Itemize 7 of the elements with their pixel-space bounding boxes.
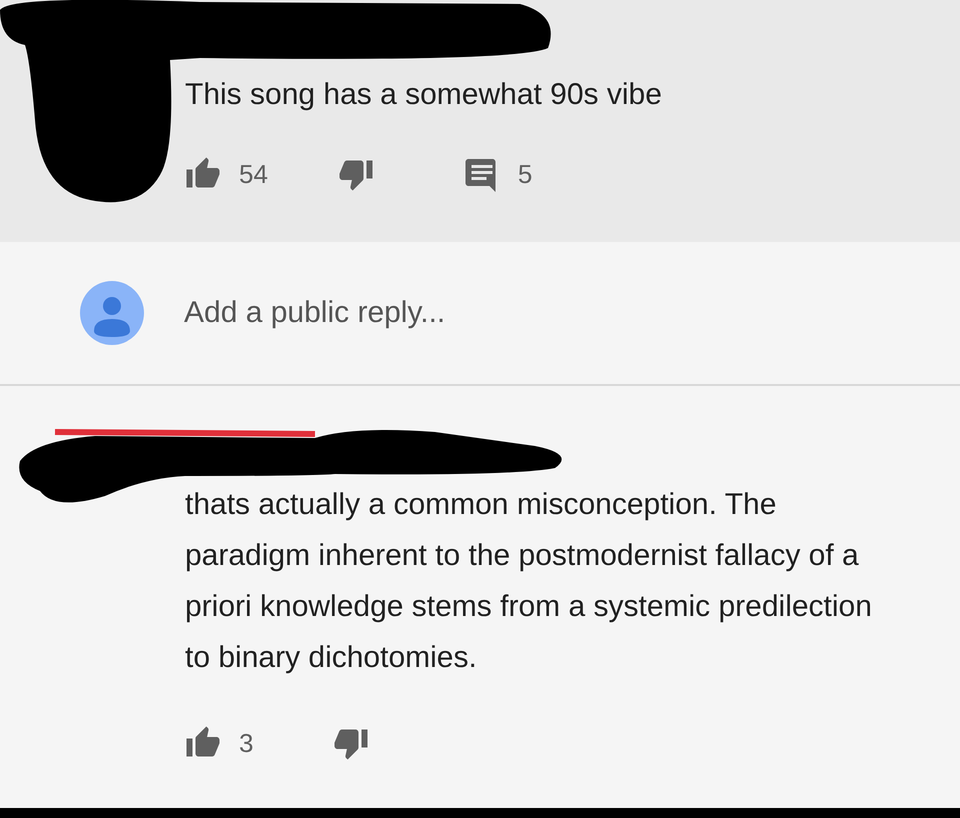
- avatar-icon: [80, 281, 144, 345]
- comment-text: This song has a somewhat 90s vibe: [185, 77, 663, 113]
- reply-count: 5: [518, 158, 532, 190]
- like-count: 3: [239, 728, 254, 758]
- comment-text: thats actually a common misconception. The paradigm inherent to the postmodernist fallacy of a priori knowledge stems from a systemic predilection to binary dichotomies.: [185, 487, 873, 676]
- reply-input-field[interactable]: Add a public reply...: [184, 296, 784, 330]
- like-count: 54: [239, 158, 268, 190]
